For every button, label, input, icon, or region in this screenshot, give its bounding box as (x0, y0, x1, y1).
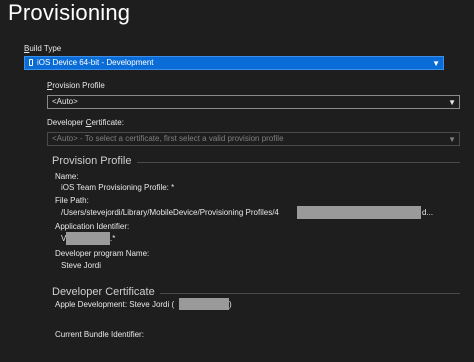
redacted-box (297, 206, 421, 219)
developer-certificate-heading: Developer Certificate (52, 286, 155, 298)
device-icon (29, 59, 33, 66)
build-type-value: iOS Device 64-bit - Development (37, 58, 154, 67)
chevron-down-icon: ▼ (448, 98, 456, 107)
build-type-dropdown[interactable]: iOS Device 64-bit - Development ▼ (24, 56, 444, 70)
name-value: iOS Team Provisioning Profile: * (61, 183, 175, 192)
developer-certificate-label: Developer Certificate: (47, 118, 124, 127)
bundle-identifier-label: Current Bundle Identifier: (55, 330, 144, 339)
provision-profile-heading: Provision Profile (52, 155, 132, 167)
provision-profile-value: <Auto> (52, 97, 78, 106)
build-type-label: Build Type (24, 44, 62, 53)
developer-certificate-value: <Auto> - To select a certificate, first … (52, 134, 284, 143)
page-title: Provisioning (8, 0, 131, 25)
section-divider (160, 293, 460, 294)
apple-development-suffix: ) (229, 300, 232, 309)
provision-profile-dropdown[interactable]: <Auto> ▼ (47, 95, 460, 109)
redacted-box (66, 232, 110, 245)
file-path-suffix: d... (422, 208, 434, 217)
file-path-value: /Users/stevejordi/Library/MobileDevice/P… (61, 208, 279, 217)
chevron-down-icon: ▼ (432, 59, 440, 68)
apple-development-prefix: Apple Development: Steve Jordi ( (55, 300, 175, 309)
app-identifier-label: Application Identifier: (55, 222, 130, 231)
file-path-label: File Path: (55, 196, 89, 205)
dev-program-value: Steve Jordi (61, 261, 102, 270)
chevron-down-icon: ▼ (448, 135, 456, 144)
section-divider (137, 162, 460, 163)
developer-certificate-dropdown[interactable]: <Auto> - To select a certificate, first … (47, 132, 460, 146)
app-identifier-suffix: .* (110, 234, 116, 243)
provision-profile-label: Provision Profile (47, 81, 105, 90)
dev-program-label: Developer program Name: (55, 249, 150, 258)
redacted-box (179, 298, 229, 310)
name-label: Name: (55, 172, 79, 181)
